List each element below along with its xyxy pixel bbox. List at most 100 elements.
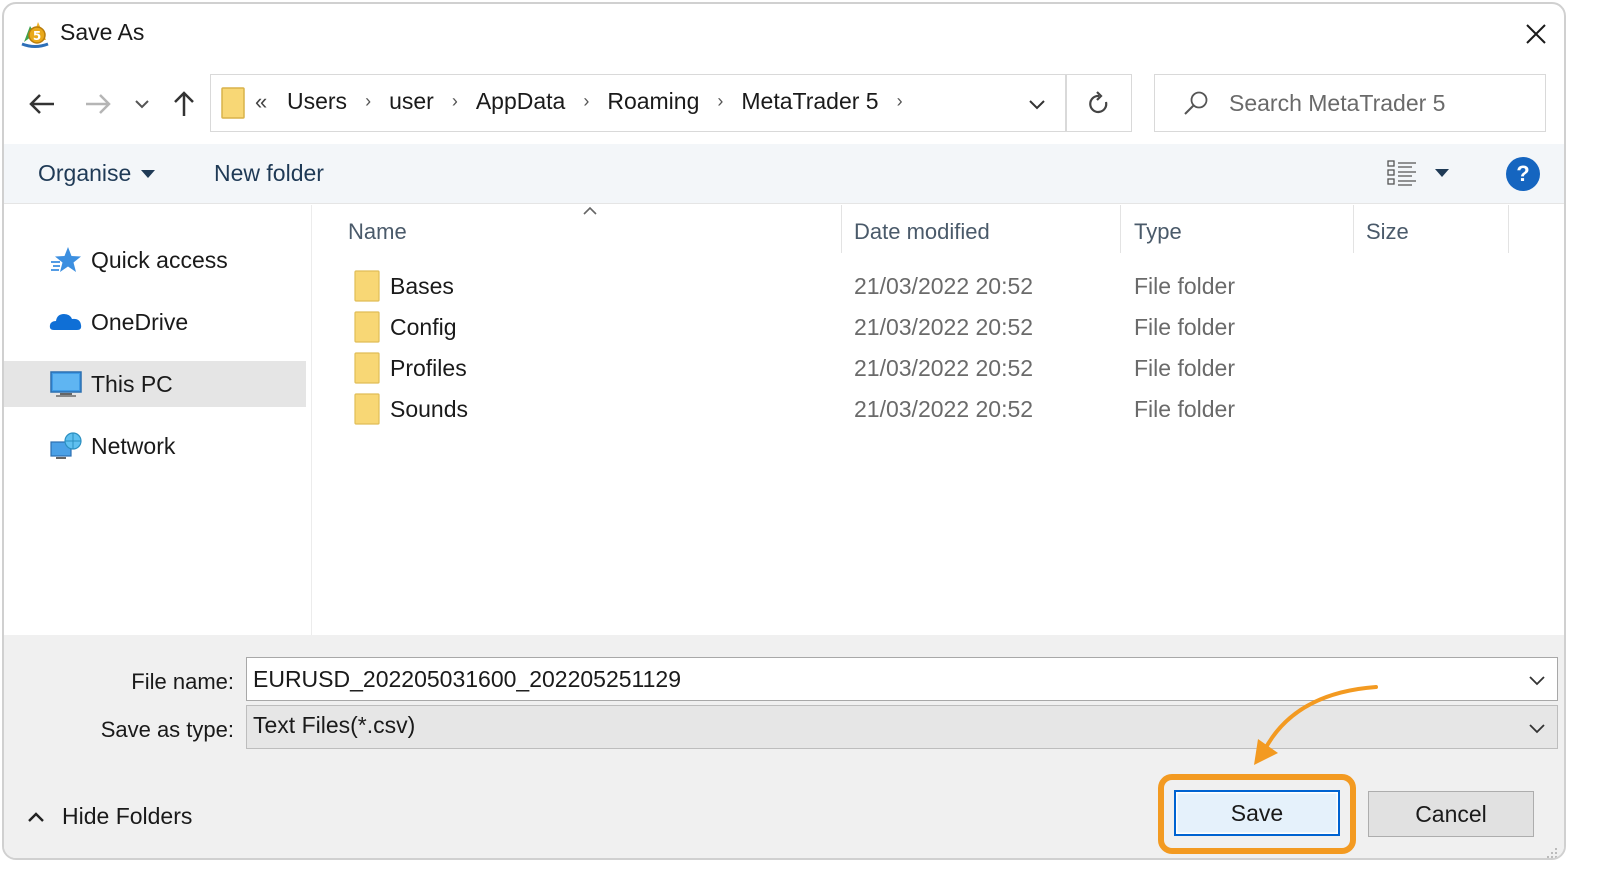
file-row[interactable]: Bases 21/03/2022 20:52 File folder [344, 267, 1544, 305]
chevron-down-icon [1529, 724, 1545, 734]
search-icon [1184, 91, 1208, 115]
file-list: Name Date modified Type Size Bases 21/03… [314, 205, 1564, 635]
file-name: Profiles [390, 355, 467, 381]
save-button[interactable]: Save [1174, 790, 1340, 836]
column-divider[interactable] [1120, 205, 1121, 253]
view-options-dropdown-icon[interactable] [1434, 168, 1450, 178]
column-header-name[interactable]: Name [348, 219, 407, 245]
search-box[interactable] [1154, 74, 1546, 132]
file-date: 21/03/2022 20:52 [854, 273, 1034, 299]
file-row[interactable]: Config 21/03/2022 20:52 File folder [344, 308, 1544, 346]
title-bar: 5 Save As [4, 4, 1564, 62]
file-date: 21/03/2022 20:52 [854, 314, 1034, 340]
save-type-dropdown-button[interactable] [1525, 716, 1549, 740]
breadcrumb-separator[interactable]: › [452, 91, 458, 112]
file-name-dropdown-button[interactable] [1525, 668, 1549, 692]
nav-item-this-pc[interactable]: This PC [4, 361, 306, 407]
forward-button[interactable] [80, 86, 116, 122]
refresh-button[interactable] [1079, 85, 1119, 123]
breadcrumb-separator[interactable]: › [365, 91, 371, 112]
close-icon [1526, 24, 1546, 44]
file-type: File folder [1134, 396, 1235, 422]
column-header-date[interactable]: Date modified [854, 219, 990, 245]
column-divider[interactable] [1508, 205, 1509, 253]
breadcrumb-metatrader5[interactable]: MetaTrader 5 [741, 88, 878, 115]
nav-item-network[interactable]: Network [4, 423, 306, 469]
breadcrumb-separator[interactable]: › [583, 91, 589, 112]
column-divider[interactable] [841, 205, 842, 253]
address-bar[interactable]: « Users › user › AppData › Roaming › Met… [210, 74, 1132, 132]
refresh-icon [1089, 91, 1108, 113]
folder-icon [354, 270, 380, 302]
hide-folders-label: Hide Folders [62, 803, 193, 829]
folder-icon [354, 311, 380, 343]
column-header-size[interactable]: Size [1366, 219, 1409, 245]
resize-grip-icon[interactable] [1544, 845, 1558, 859]
file-name-combo[interactable] [246, 657, 1558, 701]
address-overflow[interactable]: « [255, 89, 267, 115]
breadcrumb: Users › user › AppData › Roaming › MetaT… [287, 88, 921, 115]
breadcrumb-separator[interactable]: › [897, 91, 903, 112]
search-input[interactable] [1229, 87, 1529, 119]
cloud-icon [49, 314, 82, 330]
help-button[interactable]: ? [1506, 157, 1540, 191]
breadcrumb-appdata[interactable]: AppData [476, 88, 566, 115]
folder-icon [221, 87, 245, 119]
folder-icon [354, 352, 380, 384]
monitor-icon [50, 371, 82, 397]
recent-locations-button[interactable] [128, 86, 156, 122]
arrow-right-icon [86, 94, 111, 114]
save-type-value: Text Files(*.csv) [253, 712, 416, 738]
cancel-button[interactable]: Cancel [1368, 791, 1534, 837]
help-icon: ? [1516, 161, 1530, 186]
save-type-select[interactable]: Text Files(*.csv) [246, 705, 1558, 749]
sort-ascending-icon [583, 206, 597, 215]
address-history-dropdown[interactable] [1019, 87, 1055, 121]
chevron-down-icon [1529, 676, 1545, 686]
nav-label-network: Network [91, 432, 176, 459]
network-icon [50, 432, 82, 459]
hide-folders-button[interactable]: Hide Folders [26, 803, 192, 830]
star-icon [51, 247, 81, 272]
breadcrumb-user[interactable]: user [389, 88, 434, 115]
organise-label: Organise [38, 160, 132, 186]
save-type-label: Save as type: [100, 717, 234, 742]
view-details-icon[interactable] [1384, 158, 1420, 188]
metatrader-app-icon: 5 [21, 22, 49, 48]
arrow-left-icon [29, 94, 54, 114]
close-button[interactable] [1516, 14, 1556, 54]
organise-menu-button[interactable]: Organise [38, 160, 156, 187]
file-row[interactable]: Sounds 21/03/2022 20:52 File folder [344, 390, 1544, 428]
svg-text:5: 5 [33, 29, 41, 43]
file-type: File folder [1134, 314, 1235, 340]
file-name-input[interactable] [253, 664, 1503, 694]
file-type: File folder [1134, 355, 1235, 381]
up-button[interactable] [166, 86, 202, 122]
breadcrumb-separator[interactable]: › [717, 91, 723, 112]
save-as-dialog: 5 Save As « Users › user › AppData › Roa… [2, 2, 1566, 860]
column-header-type[interactable]: Type [1134, 219, 1182, 245]
new-folder-button[interactable]: New folder [214, 160, 324, 187]
caret-down-icon [141, 169, 156, 178]
back-button[interactable] [24, 86, 60, 122]
breadcrumb-users[interactable]: Users [287, 88, 347, 115]
nav-item-onedrive[interactable]: OneDrive [4, 299, 306, 345]
breadcrumb-roaming[interactable]: Roaming [607, 88, 699, 115]
nav-item-quick-access[interactable]: Quick access [4, 237, 306, 283]
file-name: Config [390, 314, 457, 340]
file-row[interactable]: Profiles 21/03/2022 20:52 File folder [344, 349, 1544, 387]
navigation-pane: Quick access OneDrive This PC Network [4, 205, 312, 635]
address-divider [1065, 75, 1067, 131]
arrow-up-icon [174, 91, 194, 116]
file-date: 21/03/2022 20:52 [854, 396, 1034, 422]
file-name: Sounds [390, 396, 469, 422]
nav-label-onedrive: OneDrive [91, 308, 189, 335]
chevron-down-icon [1029, 100, 1045, 110]
column-divider[interactable] [1353, 205, 1354, 253]
save-options-panel: File name: Save as type: Text Files(*.cs… [4, 635, 1564, 859]
nav-label-this-pc: This PC [91, 370, 173, 397]
file-date: 21/03/2022 20:52 [854, 355, 1034, 381]
file-name-label: File name: [131, 669, 234, 694]
window-title: Save As [60, 19, 145, 45]
folder-icon [354, 393, 380, 425]
